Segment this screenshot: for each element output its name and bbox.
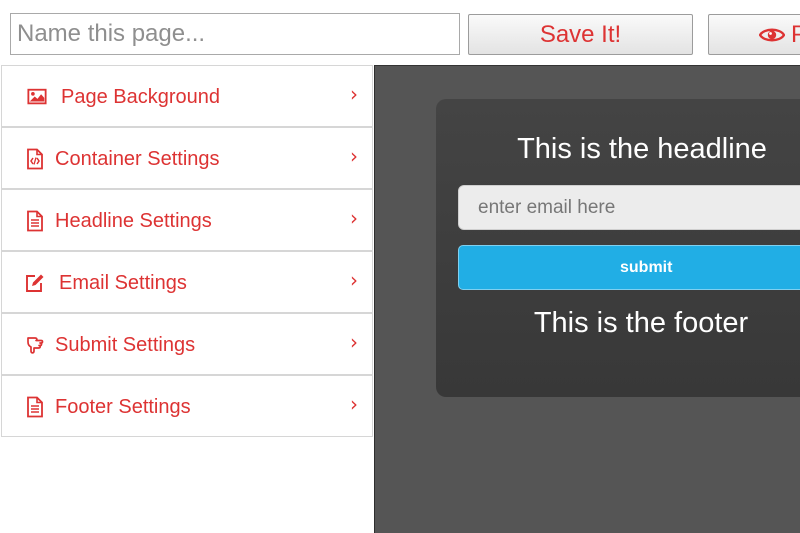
sidebar-item-footer-settings[interactable]: Footer Settings ›	[1, 375, 373, 437]
sidebar-item-email-settings[interactable]: Email Settings ›	[1, 251, 373, 313]
edit-icon	[26, 274, 44, 292]
optin-form-container[interactable]: This is the headline submit This is the …	[436, 99, 800, 397]
sidebar-item-page-background[interactable]: Page Background ›	[1, 65, 373, 127]
chevron-right-icon: ›	[350, 392, 358, 416]
form-headline[interactable]: This is the headline	[436, 133, 800, 166]
email-field[interactable]	[458, 185, 800, 230]
submit-button[interactable]: submit	[458, 245, 800, 290]
eye-icon	[759, 28, 785, 42]
sidebar-item-headline-settings[interactable]: Headline Settings ›	[1, 189, 373, 251]
sidebar-item-submit-settings[interactable]: Submit Settings ›	[1, 313, 373, 375]
preview-button[interactable]: P	[708, 14, 800, 55]
page-name-input[interactable]	[10, 13, 460, 55]
text-file-icon	[27, 210, 43, 232]
settings-sidebar: Page Background › Container Settings › H…	[0, 65, 374, 533]
sidebar-item-label: Footer Settings	[55, 396, 191, 418]
top-toolbar: Save It! P	[0, 0, 800, 65]
preview-button-label: P	[791, 21, 800, 49]
sidebar-item-container-settings[interactable]: Container Settings ›	[1, 127, 373, 189]
chevron-right-icon: ›	[350, 144, 358, 168]
form-footer[interactable]: This is the footer	[436, 307, 800, 340]
sidebar-item-label: Container Settings	[55, 148, 220, 170]
chevron-right-icon: ›	[350, 268, 358, 292]
hand-pointer-icon	[27, 337, 44, 354]
form-footer-text: This is the footer	[533, 307, 749, 339]
preview-canvas: This is the headline submit This is the …	[374, 65, 800, 533]
image-icon	[27, 88, 47, 105]
text-file-icon	[27, 396, 43, 418]
chevron-right-icon: ›	[350, 330, 358, 354]
save-button[interactable]: Save It!	[468, 14, 693, 55]
code-file-icon	[27, 148, 43, 170]
sidebar-item-label: Submit Settings	[55, 334, 196, 356]
chevron-right-icon: ›	[350, 206, 358, 230]
sidebar-item-label: Headline Settings	[55, 210, 212, 232]
sidebar-item-label: Email Settings	[59, 272, 187, 294]
sidebar-item-label: Page Background	[61, 86, 221, 108]
form-headline-text: This is the headline	[517, 133, 767, 165]
page-builder-app: Save It! P Page Background ›	[0, 0, 800, 533]
chevron-right-icon: ›	[350, 82, 358, 106]
